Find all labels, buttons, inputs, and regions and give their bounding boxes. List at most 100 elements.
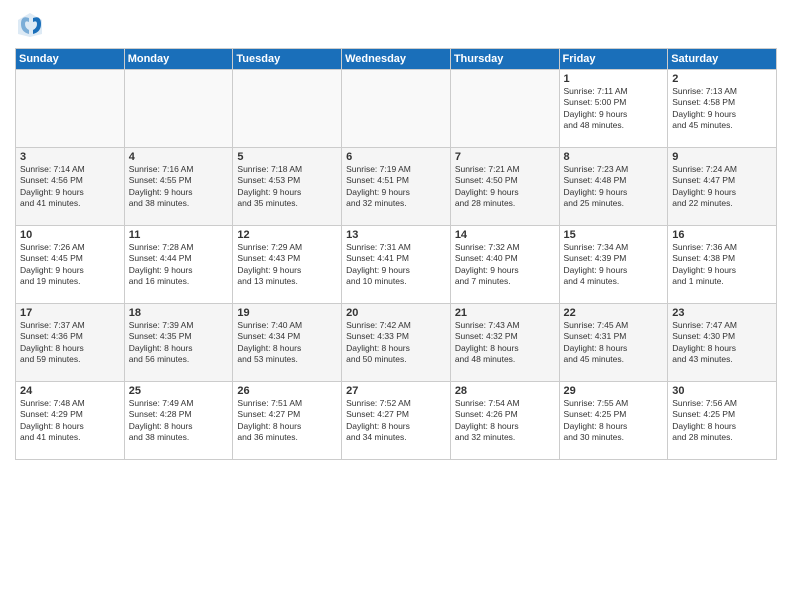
calendar-header-saturday: Saturday: [668, 49, 777, 70]
day-number: 17: [20, 307, 120, 319]
day-number: 20: [346, 307, 446, 319]
day-info: Sunrise: 7:47 AM Sunset: 4:30 PM Dayligh…: [672, 320, 772, 366]
day-info: Sunrise: 7:21 AM Sunset: 4:50 PM Dayligh…: [455, 164, 555, 210]
calendar-week-1: 1Sunrise: 7:11 AM Sunset: 5:00 PM Daylig…: [16, 70, 777, 148]
calendar-cell: [124, 70, 233, 148]
day-info: Sunrise: 7:19 AM Sunset: 4:51 PM Dayligh…: [346, 164, 446, 210]
day-info: Sunrise: 7:23 AM Sunset: 4:48 PM Dayligh…: [564, 164, 664, 210]
calendar-cell: 17Sunrise: 7:37 AM Sunset: 4:36 PM Dayli…: [16, 304, 125, 382]
day-number: 15: [564, 229, 664, 241]
day-info: Sunrise: 7:49 AM Sunset: 4:28 PM Dayligh…: [129, 398, 229, 444]
day-info: Sunrise: 7:24 AM Sunset: 4:47 PM Dayligh…: [672, 164, 772, 210]
day-number: 19: [237, 307, 337, 319]
calendar-cell: 20Sunrise: 7:42 AM Sunset: 4:33 PM Dayli…: [342, 304, 451, 382]
calendar-cell: 6Sunrise: 7:19 AM Sunset: 4:51 PM Daylig…: [342, 148, 451, 226]
day-info: Sunrise: 7:51 AM Sunset: 4:27 PM Dayligh…: [237, 398, 337, 444]
day-number: 30: [672, 385, 772, 397]
calendar-week-3: 10Sunrise: 7:26 AM Sunset: 4:45 PM Dayli…: [16, 226, 777, 304]
day-info: Sunrise: 7:13 AM Sunset: 4:58 PM Dayligh…: [672, 86, 772, 132]
calendar-cell: 30Sunrise: 7:56 AM Sunset: 4:25 PM Dayli…: [668, 382, 777, 460]
calendar-cell: 16Sunrise: 7:36 AM Sunset: 4:38 PM Dayli…: [668, 226, 777, 304]
calendar-cell: 24Sunrise: 7:48 AM Sunset: 4:29 PM Dayli…: [16, 382, 125, 460]
day-number: 26: [237, 385, 337, 397]
day-number: 23: [672, 307, 772, 319]
day-info: Sunrise: 7:54 AM Sunset: 4:26 PM Dayligh…: [455, 398, 555, 444]
calendar-header-friday: Friday: [559, 49, 668, 70]
calendar-cell: 4Sunrise: 7:16 AM Sunset: 4:55 PM Daylig…: [124, 148, 233, 226]
calendar-cell: 21Sunrise: 7:43 AM Sunset: 4:32 PM Dayli…: [450, 304, 559, 382]
calendar-cell: 18Sunrise: 7:39 AM Sunset: 4:35 PM Dayli…: [124, 304, 233, 382]
day-info: Sunrise: 7:56 AM Sunset: 4:25 PM Dayligh…: [672, 398, 772, 444]
calendar-cell: [16, 70, 125, 148]
day-info: Sunrise: 7:18 AM Sunset: 4:53 PM Dayligh…: [237, 164, 337, 210]
day-number: 4: [129, 151, 229, 163]
calendar-cell: 22Sunrise: 7:45 AM Sunset: 4:31 PM Dayli…: [559, 304, 668, 382]
day-info: Sunrise: 7:43 AM Sunset: 4:32 PM Dayligh…: [455, 320, 555, 366]
day-number: 13: [346, 229, 446, 241]
day-info: Sunrise: 7:14 AM Sunset: 4:56 PM Dayligh…: [20, 164, 120, 210]
calendar-cell: [233, 70, 342, 148]
calendar-cell: 8Sunrise: 7:23 AM Sunset: 4:48 PM Daylig…: [559, 148, 668, 226]
day-number: 27: [346, 385, 446, 397]
day-number: 28: [455, 385, 555, 397]
calendar-cell: 10Sunrise: 7:26 AM Sunset: 4:45 PM Dayli…: [16, 226, 125, 304]
calendar-cell: 27Sunrise: 7:52 AM Sunset: 4:27 PM Dayli…: [342, 382, 451, 460]
day-info: Sunrise: 7:28 AM Sunset: 4:44 PM Dayligh…: [129, 242, 229, 288]
day-info: Sunrise: 7:45 AM Sunset: 4:31 PM Dayligh…: [564, 320, 664, 366]
calendar-cell: 14Sunrise: 7:32 AM Sunset: 4:40 PM Dayli…: [450, 226, 559, 304]
day-info: Sunrise: 7:16 AM Sunset: 4:55 PM Dayligh…: [129, 164, 229, 210]
day-info: Sunrise: 7:31 AM Sunset: 4:41 PM Dayligh…: [346, 242, 446, 288]
day-info: Sunrise: 7:39 AM Sunset: 4:35 PM Dayligh…: [129, 320, 229, 366]
calendar-cell: 3Sunrise: 7:14 AM Sunset: 4:56 PM Daylig…: [16, 148, 125, 226]
day-number: 29: [564, 385, 664, 397]
calendar-header-sunday: Sunday: [16, 49, 125, 70]
calendar: SundayMondayTuesdayWednesdayThursdayFrid…: [15, 48, 777, 460]
day-info: Sunrise: 7:52 AM Sunset: 4:27 PM Dayligh…: [346, 398, 446, 444]
calendar-cell: 25Sunrise: 7:49 AM Sunset: 4:28 PM Dayli…: [124, 382, 233, 460]
day-number: 18: [129, 307, 229, 319]
day-info: Sunrise: 7:42 AM Sunset: 4:33 PM Dayligh…: [346, 320, 446, 366]
day-number: 10: [20, 229, 120, 241]
calendar-cell: 12Sunrise: 7:29 AM Sunset: 4:43 PM Dayli…: [233, 226, 342, 304]
calendar-cell: 1Sunrise: 7:11 AM Sunset: 5:00 PM Daylig…: [559, 70, 668, 148]
calendar-cell: 19Sunrise: 7:40 AM Sunset: 4:34 PM Dayli…: [233, 304, 342, 382]
header: [15, 10, 777, 40]
day-number: 2: [672, 73, 772, 85]
calendar-cell: 28Sunrise: 7:54 AM Sunset: 4:26 PM Dayli…: [450, 382, 559, 460]
calendar-cell: 9Sunrise: 7:24 AM Sunset: 4:47 PM Daylig…: [668, 148, 777, 226]
calendar-header-row: SundayMondayTuesdayWednesdayThursdayFrid…: [16, 49, 777, 70]
day-info: Sunrise: 7:55 AM Sunset: 4:25 PM Dayligh…: [564, 398, 664, 444]
day-number: 9: [672, 151, 772, 163]
calendar-body: 1Sunrise: 7:11 AM Sunset: 5:00 PM Daylig…: [16, 70, 777, 460]
day-number: 7: [455, 151, 555, 163]
day-info: Sunrise: 7:11 AM Sunset: 5:00 PM Dayligh…: [564, 86, 664, 132]
calendar-cell: 15Sunrise: 7:34 AM Sunset: 4:39 PM Dayli…: [559, 226, 668, 304]
day-info: Sunrise: 7:32 AM Sunset: 4:40 PM Dayligh…: [455, 242, 555, 288]
day-info: Sunrise: 7:34 AM Sunset: 4:39 PM Dayligh…: [564, 242, 664, 288]
calendar-cell: [342, 70, 451, 148]
day-info: Sunrise: 7:36 AM Sunset: 4:38 PM Dayligh…: [672, 242, 772, 288]
calendar-cell: 29Sunrise: 7:55 AM Sunset: 4:25 PM Dayli…: [559, 382, 668, 460]
day-number: 22: [564, 307, 664, 319]
calendar-cell: [450, 70, 559, 148]
day-number: 11: [129, 229, 229, 241]
calendar-cell: 5Sunrise: 7:18 AM Sunset: 4:53 PM Daylig…: [233, 148, 342, 226]
logo: [15, 10, 47, 40]
calendar-header-monday: Monday: [124, 49, 233, 70]
calendar-cell: 7Sunrise: 7:21 AM Sunset: 4:50 PM Daylig…: [450, 148, 559, 226]
day-number: 25: [129, 385, 229, 397]
calendar-cell: 13Sunrise: 7:31 AM Sunset: 4:41 PM Dayli…: [342, 226, 451, 304]
day-number: 14: [455, 229, 555, 241]
day-number: 8: [564, 151, 664, 163]
calendar-cell: 2Sunrise: 7:13 AM Sunset: 4:58 PM Daylig…: [668, 70, 777, 148]
day-number: 6: [346, 151, 446, 163]
day-info: Sunrise: 7:40 AM Sunset: 4:34 PM Dayligh…: [237, 320, 337, 366]
calendar-cell: 26Sunrise: 7:51 AM Sunset: 4:27 PM Dayli…: [233, 382, 342, 460]
calendar-header-wednesday: Wednesday: [342, 49, 451, 70]
calendar-week-5: 24Sunrise: 7:48 AM Sunset: 4:29 PM Dayli…: [16, 382, 777, 460]
day-info: Sunrise: 7:26 AM Sunset: 4:45 PM Dayligh…: [20, 242, 120, 288]
day-info: Sunrise: 7:29 AM Sunset: 4:43 PM Dayligh…: [237, 242, 337, 288]
calendar-week-2: 3Sunrise: 7:14 AM Sunset: 4:56 PM Daylig…: [16, 148, 777, 226]
day-info: Sunrise: 7:48 AM Sunset: 4:29 PM Dayligh…: [20, 398, 120, 444]
day-number: 3: [20, 151, 120, 163]
